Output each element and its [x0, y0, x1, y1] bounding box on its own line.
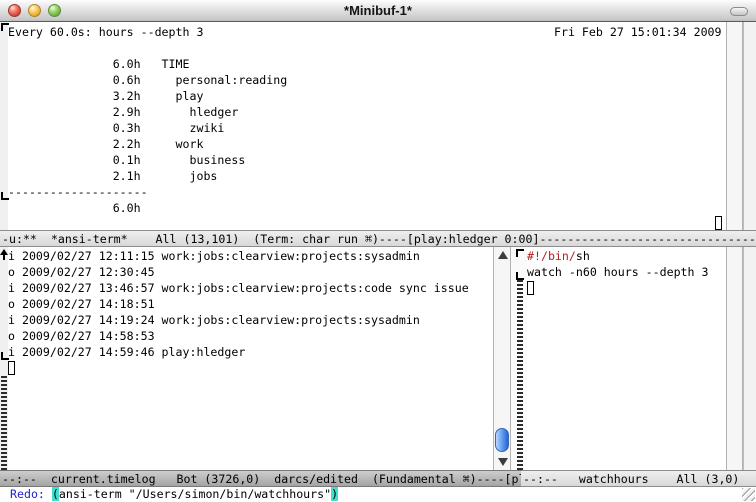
script-mode-line: --:-- watchhours All (3,0) — [521, 470, 756, 487]
timelog-window-text-area[interactable]: i 2009/02/27 12:11:15 work:jobs:clearvie… — [8, 247, 492, 470]
text-above-arrow-icon — [0, 249, 8, 255]
buffer-start-icon — [516, 249, 524, 257]
script-window-text-area[interactable]: #!/bin/sh watch -n60 hours --depth 3 — [527, 247, 726, 470]
term-window-scrollbar[interactable] — [726, 22, 743, 230]
timelog-window-scrollbar[interactable] — [493, 247, 511, 470]
script-cursor — [527, 281, 534, 295]
close-paren-highlight: ) — [331, 487, 338, 501]
shebang-interpreter: sh — [576, 249, 590, 263]
empty-line-indicator — [517, 280, 523, 470]
script-window-left-fringe — [511, 247, 527, 470]
window-title: *Minibuf-1* — [0, 3, 756, 19]
window-resize-grip[interactable] — [742, 488, 755, 501]
timelog-mode-line: --:-- current.timelog Bot (3726,0) darcs… — [0, 470, 521, 487]
term-window-text-area[interactable]: Every 60.0s: hours --depth 3 Fri Feb 27 … — [8, 22, 726, 230]
minibuffer[interactable]: Redo: (ansi-term "/Users/simon/bin/watch… — [0, 487, 756, 502]
empty-line-indicator — [1, 376, 7, 470]
timelog-cursor — [8, 361, 15, 375]
frame-right-edge — [743, 22, 756, 230]
term-cursor — [715, 216, 722, 230]
watch-header-datetime: Fri Feb 27 15:01:34 2009 — [554, 24, 722, 40]
scrollbar-thumb[interactable] — [495, 428, 509, 452]
open-paren-highlight: ( — [52, 487, 59, 501]
shebang-comment: #!/bin/ — [527, 249, 576, 263]
scroll-down-arrow-icon[interactable] — [498, 458, 508, 466]
script-window-scrollbar[interactable] — [726, 247, 743, 470]
frame-right-edge — [743, 247, 756, 470]
toolbar-lozenge-button[interactable] — [730, 7, 748, 16]
scroll-up-arrow-icon[interactable] — [498, 251, 508, 259]
timelog-window-left-fringe — [0, 247, 8, 470]
minibuffer-command: ansi-term "/Users/simon/bin/watchhours" — [59, 487, 331, 501]
hours-report: 6.0h TIME 0.6h personal:reading 3.2h pla… — [8, 56, 287, 216]
term-window-left-fringe — [0, 22, 8, 230]
watch-header-left: Every 60.0s: hours --depth 3 — [8, 24, 203, 40]
minibuffer-prompt: Redo: — [10, 487, 52, 501]
emacs-frame: *Minibuf-1* Every 60.0s: hours --depth 3… — [0, 0, 756, 502]
watch-command-line: watch -n60 hours --depth 3 — [527, 264, 708, 280]
minibuffer-line: Redo: (ansi-term "/Users/simon/bin/watch… — [10, 487, 338, 501]
buffer-end-icon — [516, 272, 524, 280]
title-bar[interactable]: *Minibuf-1* — [0, 0, 756, 22]
shebang-line: #!/bin/sh — [527, 248, 590, 264]
term-window-mode-line: -u:** *ansi-term* All (13,101) (Term: ch… — [0, 230, 756, 247]
timelog-entries: i 2009/02/27 12:11:15 work:jobs:clearvie… — [8, 248, 469, 360]
